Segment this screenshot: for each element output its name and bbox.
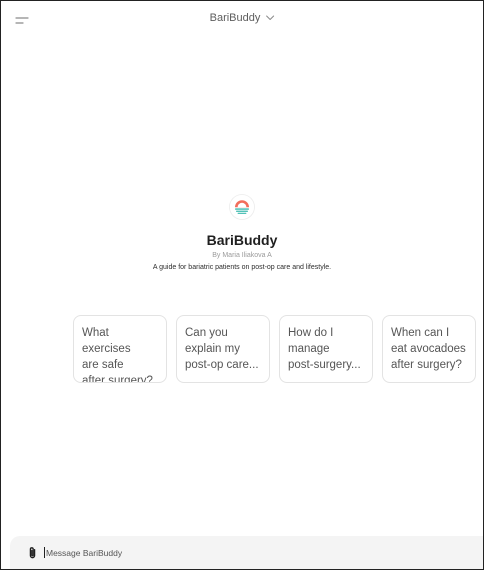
text-caret [44, 547, 45, 558]
hamburger-menu-icon[interactable] [15, 15, 29, 27]
suggestion-card[interactable]: Can you explain my post-op care... [176, 315, 270, 383]
paperclip-icon[interactable] [27, 546, 38, 560]
suggestion-card[interactable]: When can I eat avocadoes after surgery? [382, 315, 476, 383]
suggestion-cards: What exercises are safe after surgery? C… [73, 315, 476, 383]
gpt-selector-dropdown[interactable]: BariBuddy [210, 12, 275, 24]
message-input[interactable] [46, 547, 346, 558]
app-window: BariBuddy BariBuddy By Maria Iliakova A … [0, 0, 484, 570]
sunset-logo-icon [229, 194, 255, 220]
gpt-intro: BariBuddy By Maria Iliakova A A guide fo… [1, 194, 483, 271]
top-bar: BariBuddy [1, 1, 483, 39]
suggestion-card[interactable]: What exercises are safe after surgery? [73, 315, 167, 383]
message-composer [10, 536, 483, 569]
suggestion-card[interactable]: How do I manage post-surgery... [279, 315, 373, 383]
gpt-name: BariBuddy [206, 232, 278, 248]
gpt-selector-title: BariBuddy [209, 12, 261, 24]
gpt-description: A guide for bariatric patients on post-o… [152, 264, 332, 271]
gpt-author[interactable]: By Maria Iliakova A [1, 252, 483, 259]
chevron-down-icon [265, 15, 274, 20]
